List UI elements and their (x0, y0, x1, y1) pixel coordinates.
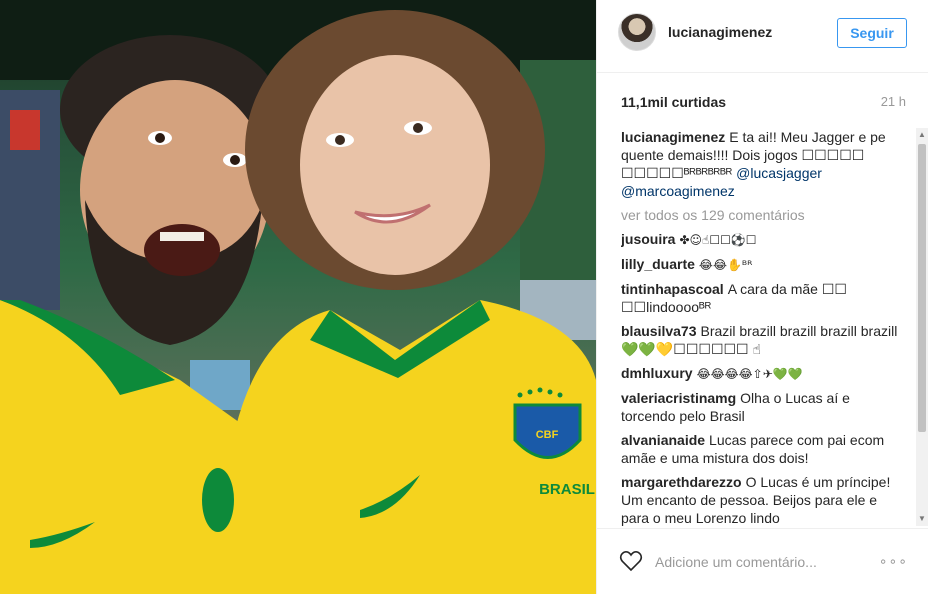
comment-username[interactable]: dmhluxury (621, 365, 693, 381)
scrollbar-thumb[interactable] (918, 144, 926, 432)
comment-username[interactable]: jusouira (621, 231, 675, 247)
comment-item: margarethdarezzo O Lucas é um príncipe! U… (621, 473, 906, 527)
comment-item: lilly_duarte 😂😂✋ᴮᴿ (621, 255, 906, 274)
heart-icon[interactable] (619, 550, 643, 572)
comment-input[interactable] (653, 550, 857, 574)
post-container: CBF BRASIL lucianagimenez Seguir 11,1mil… (0, 0, 928, 594)
comment-username[interactable]: margarethdarezzo (621, 474, 742, 490)
shirt-text: BRASIL (539, 481, 595, 498)
comment-text: ✤☺☝☐☐⚽☐ (679, 233, 757, 247)
comment-username[interactable]: valeriacristinamg (621, 390, 736, 406)
comment-item: dmhluxury 😂😂😂😂⇧✈💚💚 (621, 364, 906, 383)
selfie-illustration: CBF BRASIL (0, 0, 596, 594)
comment-username[interactable]: lilly_duarte (621, 256, 695, 272)
post-time[interactable]: 21 h (881, 94, 906, 109)
caption-username[interactable]: lucianagimenez (621, 129, 725, 145)
comment-text: 😂😂😂😂⇧✈💚💚 (696, 367, 803, 381)
comments-scrollbar[interactable]: ▲ ▼ (916, 128, 928, 526)
comment-item: valeriacristinamg Olha o Lucas aí e torce… (621, 389, 906, 425)
comment-item: alvanianaide Lucas parece com pai ecom am… (621, 431, 906, 467)
comment-username[interactable]: blausilva73 (621, 323, 697, 339)
caption: lucianagimenez E ta ai!! Meu Jagger e pe … (621, 128, 906, 200)
scroll-up-arrow-icon[interactable]: ▲ (916, 128, 928, 142)
post-photo[interactable]: CBF BRASIL (0, 0, 596, 594)
post-sidebar: lucianagimenez Seguir 11,1mil curtidas 2… (596, 0, 928, 594)
comment-username[interactable]: alvanianaide (621, 432, 705, 448)
post-header: lucianagimenez Seguir (597, 0, 928, 73)
crest-text: CBF (536, 429, 559, 441)
likes-count[interactable]: 11,1mil curtidas (621, 94, 726, 110)
scroll-down-arrow-icon[interactable]: ▼ (916, 512, 928, 526)
more-options-icon[interactable]: ∘∘∘ (879, 553, 908, 570)
follow-button[interactable]: Seguir (837, 18, 907, 48)
view-all-comments-link[interactable]: ver todos os 129 comentários (621, 206, 906, 224)
comment-item: tintinhapascoal A cara da mãe ☐☐ ☐☐lindoo… (621, 280, 906, 316)
comments-list[interactable]: lucianagimenez E ta ai!! Meu Jagger e pe … (621, 128, 906, 528)
comment-item: jusouira ✤☺☝☐☐⚽☐ (621, 230, 906, 249)
author-username[interactable]: lucianagimenez (668, 24, 772, 40)
comment-text: 😂😂✋ᴮᴿ (698, 258, 753, 272)
post-footer: ∘∘∘ (597, 528, 928, 595)
avatar[interactable] (618, 13, 656, 51)
mention-link[interactable]: @lucasjagger (736, 165, 822, 181)
comment-username[interactable]: tintinhapascoal (621, 281, 724, 297)
comment-item: blausilva73 Brazil brazill brazill brazil… (621, 322, 906, 358)
mention-link[interactable]: @marcoagimenez (621, 183, 735, 199)
